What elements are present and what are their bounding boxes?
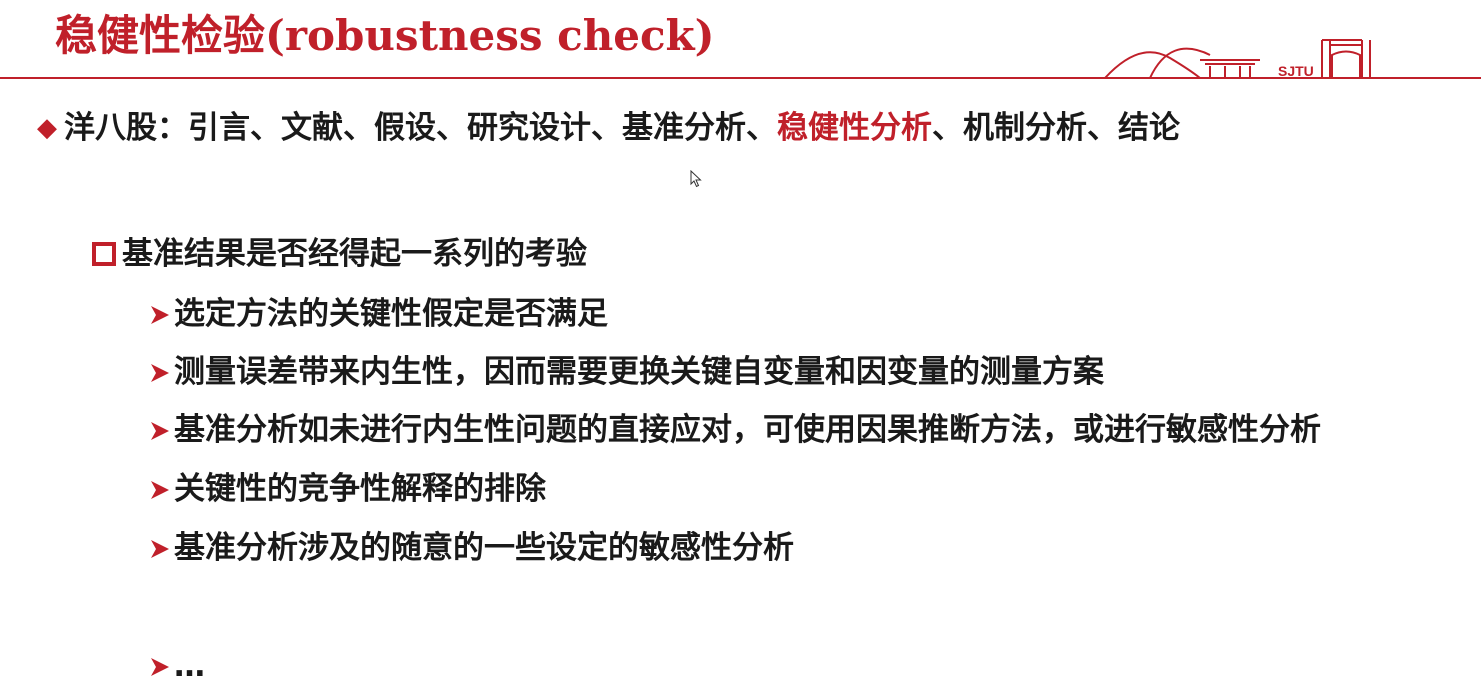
arrow-bullet-icon [151,422,169,440]
list-item: 测量误差带来内生性，因而需要更换关键自变量和因变量的测量方案 [148,352,1104,392]
arrow-bullet-icon [151,481,169,499]
main-bullet-suffix: 、机制分析、结论 [932,110,1180,146]
logo-text: SJTU [1278,63,1314,79]
list-item-text: … [174,648,205,684]
list-item: 选定方法的关键性假定是否满足 [148,294,608,334]
sub-bullet: 基准结果是否经得起一系列的考验 [92,234,587,274]
square-bullet-icon [92,242,116,266]
diamond-bullet-icon: ◆ [37,113,57,143]
list-item: 基准分析涉及的随意的一些设定的敏感性分析 [148,528,794,568]
sjtu-logo: SJTU [1104,39,1400,79]
arrow-bullet-icon [151,540,169,558]
arrow-bullet-icon [151,658,169,676]
mouse-pointer-icon [690,170,702,188]
list-item-text: 基准分析涉及的随意的一些设定的敏感性分析 [174,530,794,566]
slide-title: 稳健性检验(robustness check) [55,11,715,60]
list-item-text: 关键性的竞争性解释的排除 [174,471,546,507]
list-item-text: 选定方法的关键性假定是否满足 [174,296,608,332]
main-bullet-highlight: 稳健性分析 [777,110,932,146]
list-item: 基准分析如未进行内生性问题的直接应对，可使用因果推断方法，或进行敏感性分析 [148,410,1321,450]
arrow-bullet-icon [151,364,169,382]
list-item: 关键性的竞争性解释的排除 [148,469,546,509]
list-item-text: 测量误差带来内生性，因而需要更换关键自变量和因变量的测量方案 [174,354,1104,390]
sub-bullet-text: 基准结果是否经得起一系列的考验 [122,236,587,272]
main-bullet: ◆ 洋八股：引言、文献、假设、研究设计、基准分析、稳健性分析、机制分析、结论 [30,108,1180,148]
list-item-text: 基准分析如未进行内生性问题的直接应对，可使用因果推断方法，或进行敏感性分析 [174,412,1321,448]
arrow-bullet-icon [151,306,169,324]
list-item: … [148,646,205,686]
main-bullet-prefix: 洋八股：引言、文献、假设、研究设计、基准分析、 [64,110,777,146]
